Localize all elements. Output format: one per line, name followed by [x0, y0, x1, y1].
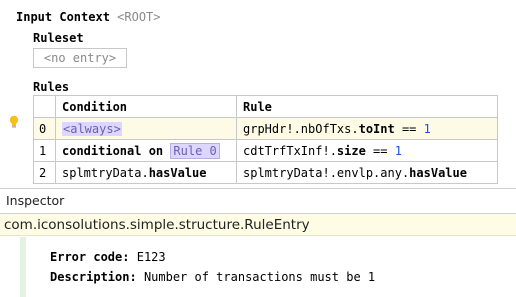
rules-label: Rules [33, 80, 70, 94]
rule-expression-prefix: cdtTrfTxInf!. [243, 143, 337, 158]
condition-expression-prefix: splmtryData. [62, 165, 149, 180]
ruleset-field[interactable]: <no entry> [33, 48, 127, 68]
rule-operator: == [394, 121, 424, 136]
inspector-header [0, 188, 516, 214]
rule-method: hasValue [409, 165, 467, 180]
always-placeholder[interactable]: <always> [62, 121, 122, 136]
inspector-title: Inspector [6, 193, 65, 208]
lightbulb-icon[interactable] [8, 115, 20, 129]
row-index: 0 [33, 117, 56, 140]
description-line: Description: Number of transactions must… [50, 270, 375, 284]
rule-method: toInt [358, 121, 395, 136]
inspector-gutter [20, 237, 26, 297]
table-row[interactable]: 0 <always> grpHdr!.nbOfTxs.toInt == 1 [33, 117, 498, 140]
condition-header: Condition [55, 95, 237, 118]
rules-table: Condition Rule 0 <always> grpHdr!.nbOfTx… [33, 95, 498, 184]
rule-operator: == [365, 143, 395, 158]
condition-cell[interactable]: splmtryData.hasValue [55, 161, 237, 184]
ruleset-label: Ruleset [33, 31, 84, 45]
rule-cell[interactable]: splmtryData!.envlp.any.hasValue [236, 161, 498, 184]
condition-cell[interactable]: <always> [55, 117, 237, 140]
rule-expression-prefix: grpHdr!.nbOfTxs. [243, 121, 359, 136]
inspector-entry-class: com.iconsolutions.simple.structure.RuleE… [4, 217, 310, 233]
condition-cell[interactable]: conditional on Rule 0 [55, 139, 237, 162]
table-row[interactable]: 1 conditional on Rule 0 cdtTrfTxInf!.siz… [33, 139, 498, 162]
error-code-value[interactable]: E123 [137, 250, 166, 264]
rule-header: Rule [236, 95, 498, 118]
rule-cell[interactable]: grpHdr!.nbOfTxs.toInt == 1 [236, 117, 498, 140]
rule-cell[interactable]: cdtTrfTxInf!.size == 1 [236, 139, 498, 162]
row-index: 1 [33, 139, 56, 162]
description-value[interactable]: Number of transactions must be 1 [144, 270, 375, 284]
description-label: Description: [50, 270, 137, 284]
condition-method: hasValue [148, 165, 207, 180]
table-row[interactable]: 2 splmtryData.hasValue splmtryData!.envl… [33, 161, 498, 184]
rule-number: 1 [394, 143, 402, 158]
conditional-keyword: conditional on [62, 143, 164, 158]
rule-method: size [336, 143, 366, 158]
error-code-label: Error code: [50, 250, 130, 264]
rule-expression-prefix: splmtryData!.envlp.any. [243, 165, 410, 180]
input-context-label: Input Context <ROOT> [16, 10, 161, 24]
row-index: 2 [33, 161, 56, 184]
index-header [33, 95, 56, 118]
error-code-line: Error code: E123 [50, 250, 166, 264]
input-context-title: Input Context [16, 10, 110, 24]
input-context-value[interactable]: <ROOT> [117, 10, 160, 24]
rule-number: 1 [423, 121, 431, 136]
rule-reference[interactable]: Rule 0 [170, 142, 220, 159]
table-header-row: Condition Rule [33, 95, 498, 118]
